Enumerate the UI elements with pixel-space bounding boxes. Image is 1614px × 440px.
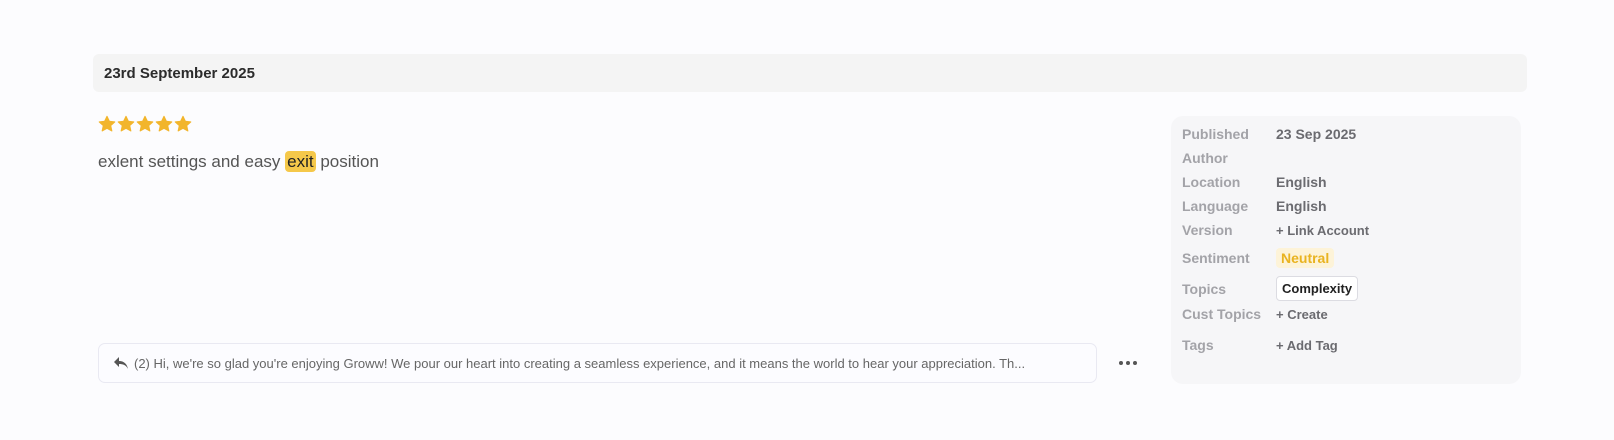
search-highlight: exit bbox=[285, 151, 316, 172]
meta-label-version: Version bbox=[1182, 222, 1233, 238]
meta-row-published: Published 23 Sep 2025 bbox=[1182, 126, 1356, 142]
review-text: exlent settings and easy exit position bbox=[98, 151, 379, 172]
topic-chip[interactable]: Complexity bbox=[1276, 276, 1359, 301]
meta-row-language: Language English bbox=[1182, 198, 1327, 214]
more-dots-icon bbox=[1133, 361, 1137, 365]
star-icon bbox=[155, 115, 173, 132]
star-icon bbox=[98, 115, 116, 132]
meta-value-published: 23 Sep 2025 bbox=[1276, 126, 1357, 142]
reply-preview[interactable]: (2) Hi, we're so glad you're enjoying Gr… bbox=[98, 343, 1097, 383]
meta-label-location: Location bbox=[1182, 174, 1241, 190]
reply-text: (2) Hi, we're so glad you're enjoying Gr… bbox=[134, 355, 1026, 371]
star-icon bbox=[174, 115, 192, 132]
meta-row-cust-topics: Cust Topics + Create bbox=[1182, 306, 1328, 322]
meta-row-version: Version + Link Account bbox=[1182, 222, 1369, 238]
meta-label-tags: Tags bbox=[1182, 337, 1214, 353]
meta-row-location: Location English bbox=[1182, 174, 1327, 190]
meta-label-published: Published bbox=[1182, 126, 1249, 142]
create-cust-topic-button[interactable]: + Create bbox=[1276, 307, 1328, 322]
meta-row-sentiment: Sentiment Neutral bbox=[1182, 248, 1335, 268]
meta-value-language: English bbox=[1276, 198, 1327, 214]
star-rating bbox=[98, 115, 192, 133]
meta-label-author: Author bbox=[1182, 150, 1228, 166]
meta-label-language: Language bbox=[1182, 198, 1249, 214]
metadata-panel: Published 23 Sep 2025 Author Location En… bbox=[1171, 116, 1521, 384]
sentiment-badge[interactable]: Neutral bbox=[1276, 248, 1335, 268]
meta-label-cust-topics: Cust Topics bbox=[1182, 306, 1262, 322]
more-dots-icon bbox=[1126, 361, 1130, 365]
review-text-before: exlent settings and easy bbox=[98, 152, 286, 171]
more-options-button[interactable] bbox=[1116, 352, 1140, 374]
review-text-after: position bbox=[315, 152, 379, 171]
more-dots-icon bbox=[1119, 361, 1123, 365]
meta-label-topics: Topics bbox=[1182, 280, 1227, 297]
meta-label-sentiment: Sentiment bbox=[1182, 250, 1250, 266]
meta-value-location: English bbox=[1276, 174, 1327, 190]
star-icon bbox=[117, 115, 135, 132]
star-icon bbox=[136, 115, 154, 132]
reply-icon bbox=[114, 357, 128, 369]
meta-row-tags: Tags + Add Tag bbox=[1182, 337, 1338, 353]
add-tag-button[interactable]: + Add Tag bbox=[1276, 338, 1338, 353]
meta-row-topics: Topics Complexity bbox=[1182, 276, 1359, 301]
link-account-button[interactable]: + Link Account bbox=[1276, 223, 1369, 238]
date-header: 23rd September 2025 bbox=[93, 54, 1527, 92]
meta-row-author: Author bbox=[1182, 150, 1276, 166]
